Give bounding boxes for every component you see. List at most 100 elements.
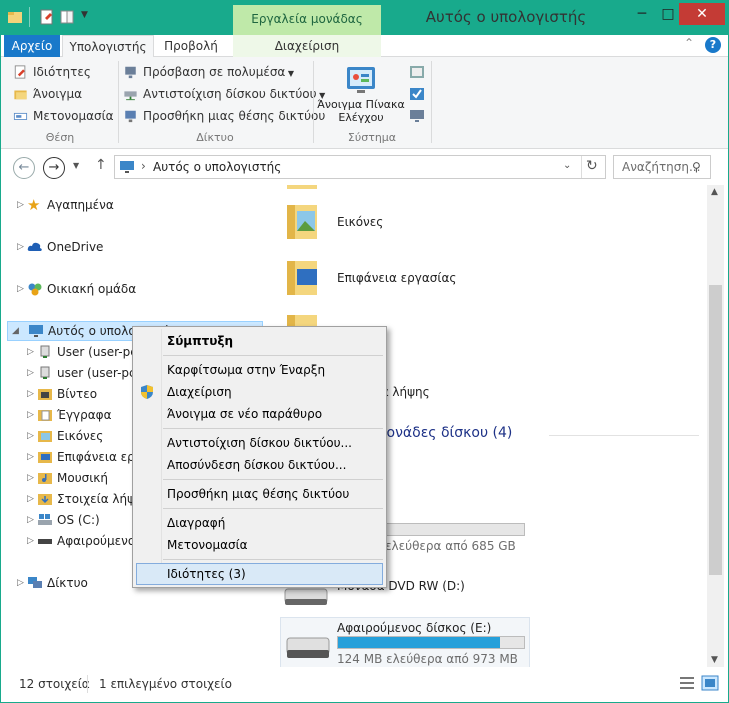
network-icon: [28, 577, 42, 588]
up-button[interactable]: ↑: [95, 157, 107, 173]
vertical-scrollbar[interactable]: ▲ ▼: [707, 185, 724, 667]
menu-item-rename[interactable]: Μετονομασία: [167, 535, 248, 555]
system-properties-icon[interactable]: [409, 87, 425, 101]
music-folder-icon: [38, 473, 52, 484]
removable-usage-fill: [338, 637, 500, 648]
rename-command[interactable]: Μετονομασία: [13, 106, 114, 126]
nav-item-child[interactable]: ▷ Βίντεο: [27, 384, 137, 404]
nav-item-child[interactable]: ▷ Έγγραφα: [27, 405, 137, 425]
address-path[interactable]: Αυτός ο υπολογιστής: [153, 160, 281, 174]
nav-item-child[interactable]: ▷ Μουσική: [27, 468, 137, 488]
address-dropdown-icon[interactable]: ⌄: [563, 160, 571, 171]
nav-item-child[interactable]: ▷ user (user-pc): [27, 363, 140, 383]
drive-item-removable[interactable]: Αφαιρούμενος δίσκος (E:) 124 MB ελεύθερα…: [280, 617, 530, 667]
search-input[interactable]: Αναζήτηση... ⚲: [613, 155, 711, 179]
customize-qat-icon[interactable]: ▼: [81, 10, 88, 20]
desktop-folder-icon: [38, 452, 52, 463]
nav-item-child[interactable]: ▷Στοιχεία λήψης: [27, 489, 137, 509]
map-network-drive-command[interactable]: Αντιστοίχιση δίσκου δικτύου ▼: [123, 84, 325, 104]
desktop-folder-icon: [287, 261, 317, 295]
nav-item-homegroup[interactable]: ▷ Οικιακή ομάδα: [17, 279, 237, 299]
access-media-command[interactable]: Πρόσβαση σε πολυμέσα ▼: [123, 62, 294, 82]
nav-item-child[interactable]: ▷ User (user-pc): [27, 342, 141, 362]
removable-usage-bar: [337, 636, 525, 649]
documents-folder-icon: [38, 410, 52, 421]
uninstall-program-icon[interactable]: [409, 65, 425, 79]
nav-item-child[interactable]: ▷Αφαιρούμενος δίσκος (E:): [27, 531, 137, 551]
open-command[interactable]: Άνοιγμα: [13, 84, 82, 104]
search-icon: ⚲: [692, 160, 701, 174]
network-drive-icon: [124, 91, 137, 101]
removable-drive-icon: [38, 539, 52, 544]
nav-item-child[interactable]: ▷ OS (C:): [27, 510, 137, 530]
homegroup-icon: [28, 283, 42, 296]
collapse-ribbon-icon[interactable]: ⌃: [684, 36, 694, 50]
tab-computer[interactable]: Υπολογιστής: [62, 35, 154, 58]
help-icon[interactable]: ?: [705, 37, 721, 53]
folder-item[interactable]: Εικόνες: [281, 201, 481, 243]
menu-separator: [163, 508, 383, 509]
status-bar: 12 στοιχεία 1 επιλεγμένο στοιχείο: [1, 671, 728, 702]
add-network-location-command[interactable]: Προσθήκη μιας θέσης δικτύου: [123, 106, 325, 126]
large-icons-view-icon[interactable]: [701, 675, 719, 691]
rename-icon: [13, 112, 28, 120]
shield-icon: [141, 385, 153, 399]
menu-item-delete[interactable]: Διαγραφή: [167, 513, 225, 533]
removable-drive-icon: [286, 637, 330, 658]
menu-separator: [163, 355, 383, 356]
menu-item-disconnect-drive[interactable]: Αποσύνδεση δίσκου δικτύου...: [167, 455, 346, 475]
header-divider: [549, 435, 699, 436]
nav-item-child[interactable]: ▷Επιφάνεια εργασίας: [27, 447, 137, 467]
pictures-folder-icon: [38, 431, 52, 442]
nav-item-onedrive[interactable]: ▷ OneDrive: [17, 237, 237, 257]
menu-item-collapse[interactable]: Σύμπτυξη: [167, 331, 233, 351]
manage-computer-icon[interactable]: [409, 109, 425, 123]
this-pc-icon: [29, 325, 43, 337]
group-label-system: Σύστημα: [347, 131, 397, 144]
menu-gutter: [161, 329, 162, 585]
back-button[interactable]: ←: [13, 157, 35, 179]
this-pc-icon: [120, 161, 134, 173]
menu-item-map-drive[interactable]: Αντιστοίχιση δίσκου δικτύου...: [167, 433, 352, 453]
folder-item[interactable]: Επιφάνεια εργασίας: [281, 257, 481, 301]
scroll-down-icon[interactable]: ▼: [711, 655, 718, 665]
recent-locations-icon[interactable]: ▼: [73, 161, 79, 170]
menu-separator: [163, 428, 383, 429]
tab-manage[interactable]: Διαχείριση: [233, 35, 381, 57]
menu-item-manage[interactable]: Διαχείριση: [167, 382, 232, 402]
address-box[interactable]: › Αυτός ο υπολογιστής ⌄ ↻: [114, 155, 606, 179]
item-count: 12 στοιχεία: [19, 677, 90, 691]
menu-separator: [163, 559, 383, 560]
network-location-icon: [125, 110, 136, 123]
new-folder-icon[interactable]: [59, 9, 75, 25]
app-icon: [8, 12, 22, 23]
open-control-panel-command[interactable]: Άνοιγμα Πίνακα Ελέγχου: [317, 65, 405, 124]
refresh-icon[interactable]: ↻: [586, 158, 598, 174]
menu-item-pin-start[interactable]: Καρφίτσωμα στην Έναρξη: [167, 360, 325, 380]
close-button[interactable]: ✕: [679, 3, 725, 25]
menu-item-properties[interactable]: Ιδιότητες (3): [167, 564, 246, 584]
menu-item-open-new-window[interactable]: Άνοιγμα σε νέο παράθυρο: [167, 404, 322, 424]
tab-view[interactable]: Προβολή: [154, 35, 228, 57]
scroll-thumb[interactable]: [709, 285, 722, 575]
window-title: Αυτός ο υπολογιστής: [425, 8, 587, 26]
folder-icon: [287, 185, 317, 189]
group-label-network: Δίκτυο: [196, 131, 234, 144]
properties-icon[interactable]: [39, 9, 55, 25]
pictures-folder-icon: [287, 205, 317, 239]
title-bar[interactable]: ▼ Εργαλεία μονάδας δίσκου Αυτός ο υπολογ…: [1, 1, 728, 54]
ribbon-separator: [431, 61, 432, 143]
nav-item-child[interactable]: ▷ Εικόνες: [27, 426, 137, 446]
tab-file[interactable]: Αρχείο: [4, 35, 60, 57]
group-label-location: Θέση: [45, 131, 75, 144]
os-drive-icon: [38, 514, 52, 525]
drive-tools-context-label: Εργαλεία μονάδας δίσκου: [233, 5, 381, 54]
forward-button[interactable]: →: [43, 157, 65, 179]
menu-separator: [163, 479, 383, 480]
nav-item-favorites[interactable]: ▷ ★ Αγαπημένα: [17, 195, 237, 215]
scroll-up-icon[interactable]: ▲: [711, 187, 718, 197]
details-view-icon[interactable]: [679, 676, 695, 690]
menu-item-add-network-location[interactable]: Προσθήκη μιας θέσης δικτύου: [167, 484, 349, 504]
properties-command[interactable]: Ιδιότητες: [13, 62, 91, 82]
properties-icon: [14, 65, 26, 79]
